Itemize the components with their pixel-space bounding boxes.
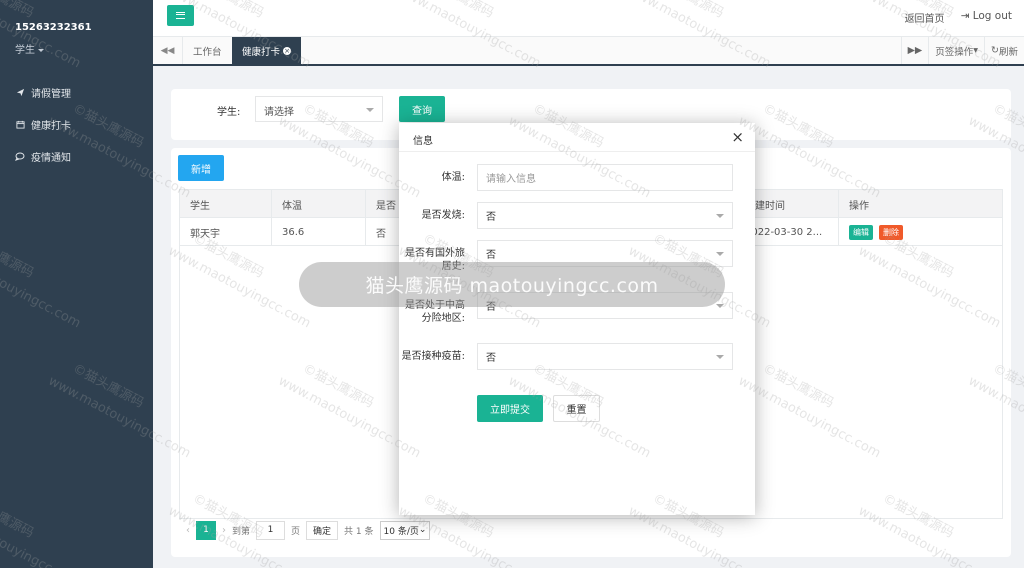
tab-label: 健康打卡 [242,46,281,58]
tab-label: 工作台 [193,46,222,58]
current-page[interactable]: 1 [196,520,216,540]
column-header-temp: 体温 [272,190,366,218]
top-navbar: 返回首页 ⇥ Log out [153,0,1024,37]
student-select[interactable]: 请选择 [255,96,383,122]
submit-button[interactable]: 立即提交 [477,395,543,422]
chevron-down-icon [716,304,724,308]
refresh-label: 刷新 [998,46,1018,58]
chevron-down-icon [366,108,374,112]
temp-field-label: 体温: [441,172,465,183]
top-right-links: 返回首页 ⇥ Log out [905,10,1012,25]
next-page-icon[interactable]: › [222,525,226,536]
menu-toggle-button[interactable] [167,5,194,26]
sidebar-item-notice[interactable]: 疫情通知 [0,140,153,172]
pagination: ‹ 1 › 到第 1 页 确定 共 1 条 10 条/页 ⌄ [186,520,431,540]
chevron-down-icon [716,355,724,359]
hamburger-icon [176,12,185,19]
sidebar-item-leave[interactable]: 请假管理 [0,76,153,108]
chevron-down-icon: ⌄ [418,525,427,535]
tabs-bar: ◀◀ 工作台 健康打卡 × ▶▶ 页签操作 ▾ ↻ 刷新 [153,37,1024,66]
fever-select-value: 否 [486,212,496,223]
temp-input[interactable]: 请输入信息 [477,164,733,191]
sidebar-item-label: 健康打卡 [31,120,71,132]
home-link[interactable]: 返回首页 [905,10,945,25]
close-icon[interactable]: × [731,128,744,146]
watermark-pill: 猫头鹰源码 maotouyingcc.com [299,262,725,307]
sidebar-item-health-checkin[interactable]: 健康打卡 [0,108,153,140]
divider [399,151,755,152]
add-button[interactable]: 新增 [178,155,224,181]
tabs-scroll-right-button[interactable]: ▶▶ [900,37,929,64]
tab-health-checkin[interactable]: 健康打卡 × [232,37,302,64]
delete-button[interactable]: 删除 [879,224,903,240]
page-number-input[interactable]: 1 [256,520,286,540]
refresh-button[interactable]: ↻ 刷新 [984,37,1024,64]
sidebar: 15263232361 学生 请假管理 健康打卡 疫情通知 [0,0,153,568]
cell-temp: 36.6 [272,218,366,246]
sign-out-icon: ⇥ [960,10,973,22]
cell-actions: 编辑 删除 [839,218,1002,246]
total-count: 共 1 条 [344,526,374,537]
vaccine-field-label: 是否接种疫苗: [401,351,465,362]
forward-icon: ▶▶ [907,45,923,56]
student-select-placeholder: 请选择 [264,107,294,118]
query-button[interactable]: 查询 [399,96,445,122]
chevron-down-icon [716,252,724,256]
reset-button[interactable]: 重置 [553,395,600,422]
abroad-select-value: 否 [486,250,496,261]
sidebar-item-label: 请假管理 [31,88,71,100]
info-modal: 信息 × 体温: 请输入信息 是否发烧: 否 是否有国外旅居史: 否 是否处于中… [399,123,755,515]
backward-icon: ◀◀ [160,45,175,56]
page-size-value: 10 条/页 [383,526,419,537]
chevron-down-icon [716,214,724,218]
refresh-icon: ↻ [991,45,999,56]
comment-icon [14,152,26,161]
page-ops-dropdown[interactable]: 页签操作 ▾ [928,37,984,64]
page-unit-label: 页 [291,526,301,537]
caret-down-icon: ▾ [973,45,979,56]
vaccine-select-value: 否 [486,353,496,364]
column-header-actions: 操作 [849,200,869,212]
goto-confirm-button[interactable]: 确定 [306,520,339,540]
prev-page-icon[interactable]: ‹ [186,525,190,536]
goto-label: 到第 [232,526,251,537]
logout-link[interactable]: ⇥ Log out [961,10,1012,25]
calendar-icon [14,120,26,129]
fever-field-label: 是否发烧: [421,210,465,221]
vaccine-select[interactable]: 否 [477,343,733,370]
modal-title: 信息 [413,136,433,147]
edit-button[interactable]: 编辑 [849,224,873,240]
page-size-select[interactable]: 10 条/页 ⌄ [379,520,431,540]
send-icon [14,88,26,97]
student-filter-label: 学生: [217,107,241,118]
user-role-label: 学生 [15,45,35,56]
tab-dashboard[interactable]: 工作台 [183,37,232,64]
close-tab-icon[interactable]: × [283,46,292,55]
page-ops-label: 页签操作 [935,46,974,58]
logout-label: Log out [972,10,1012,22]
user-role-dropdown[interactable]: 学生 [15,41,44,56]
tabs-scroll-left-button[interactable]: ◀◀ [153,37,183,64]
cell-student: 郭天宇 [180,218,272,246]
fever-select[interactable]: 否 [477,202,733,229]
tabs-right-controls: ▶▶ 页签操作 ▾ ↻ 刷新 [900,37,1024,64]
column-header-student: 学生 [180,190,272,218]
sidebar-item-label: 疫情通知 [31,152,71,164]
username: 15263232361 [15,22,92,33]
caret-down-icon [38,48,44,52]
